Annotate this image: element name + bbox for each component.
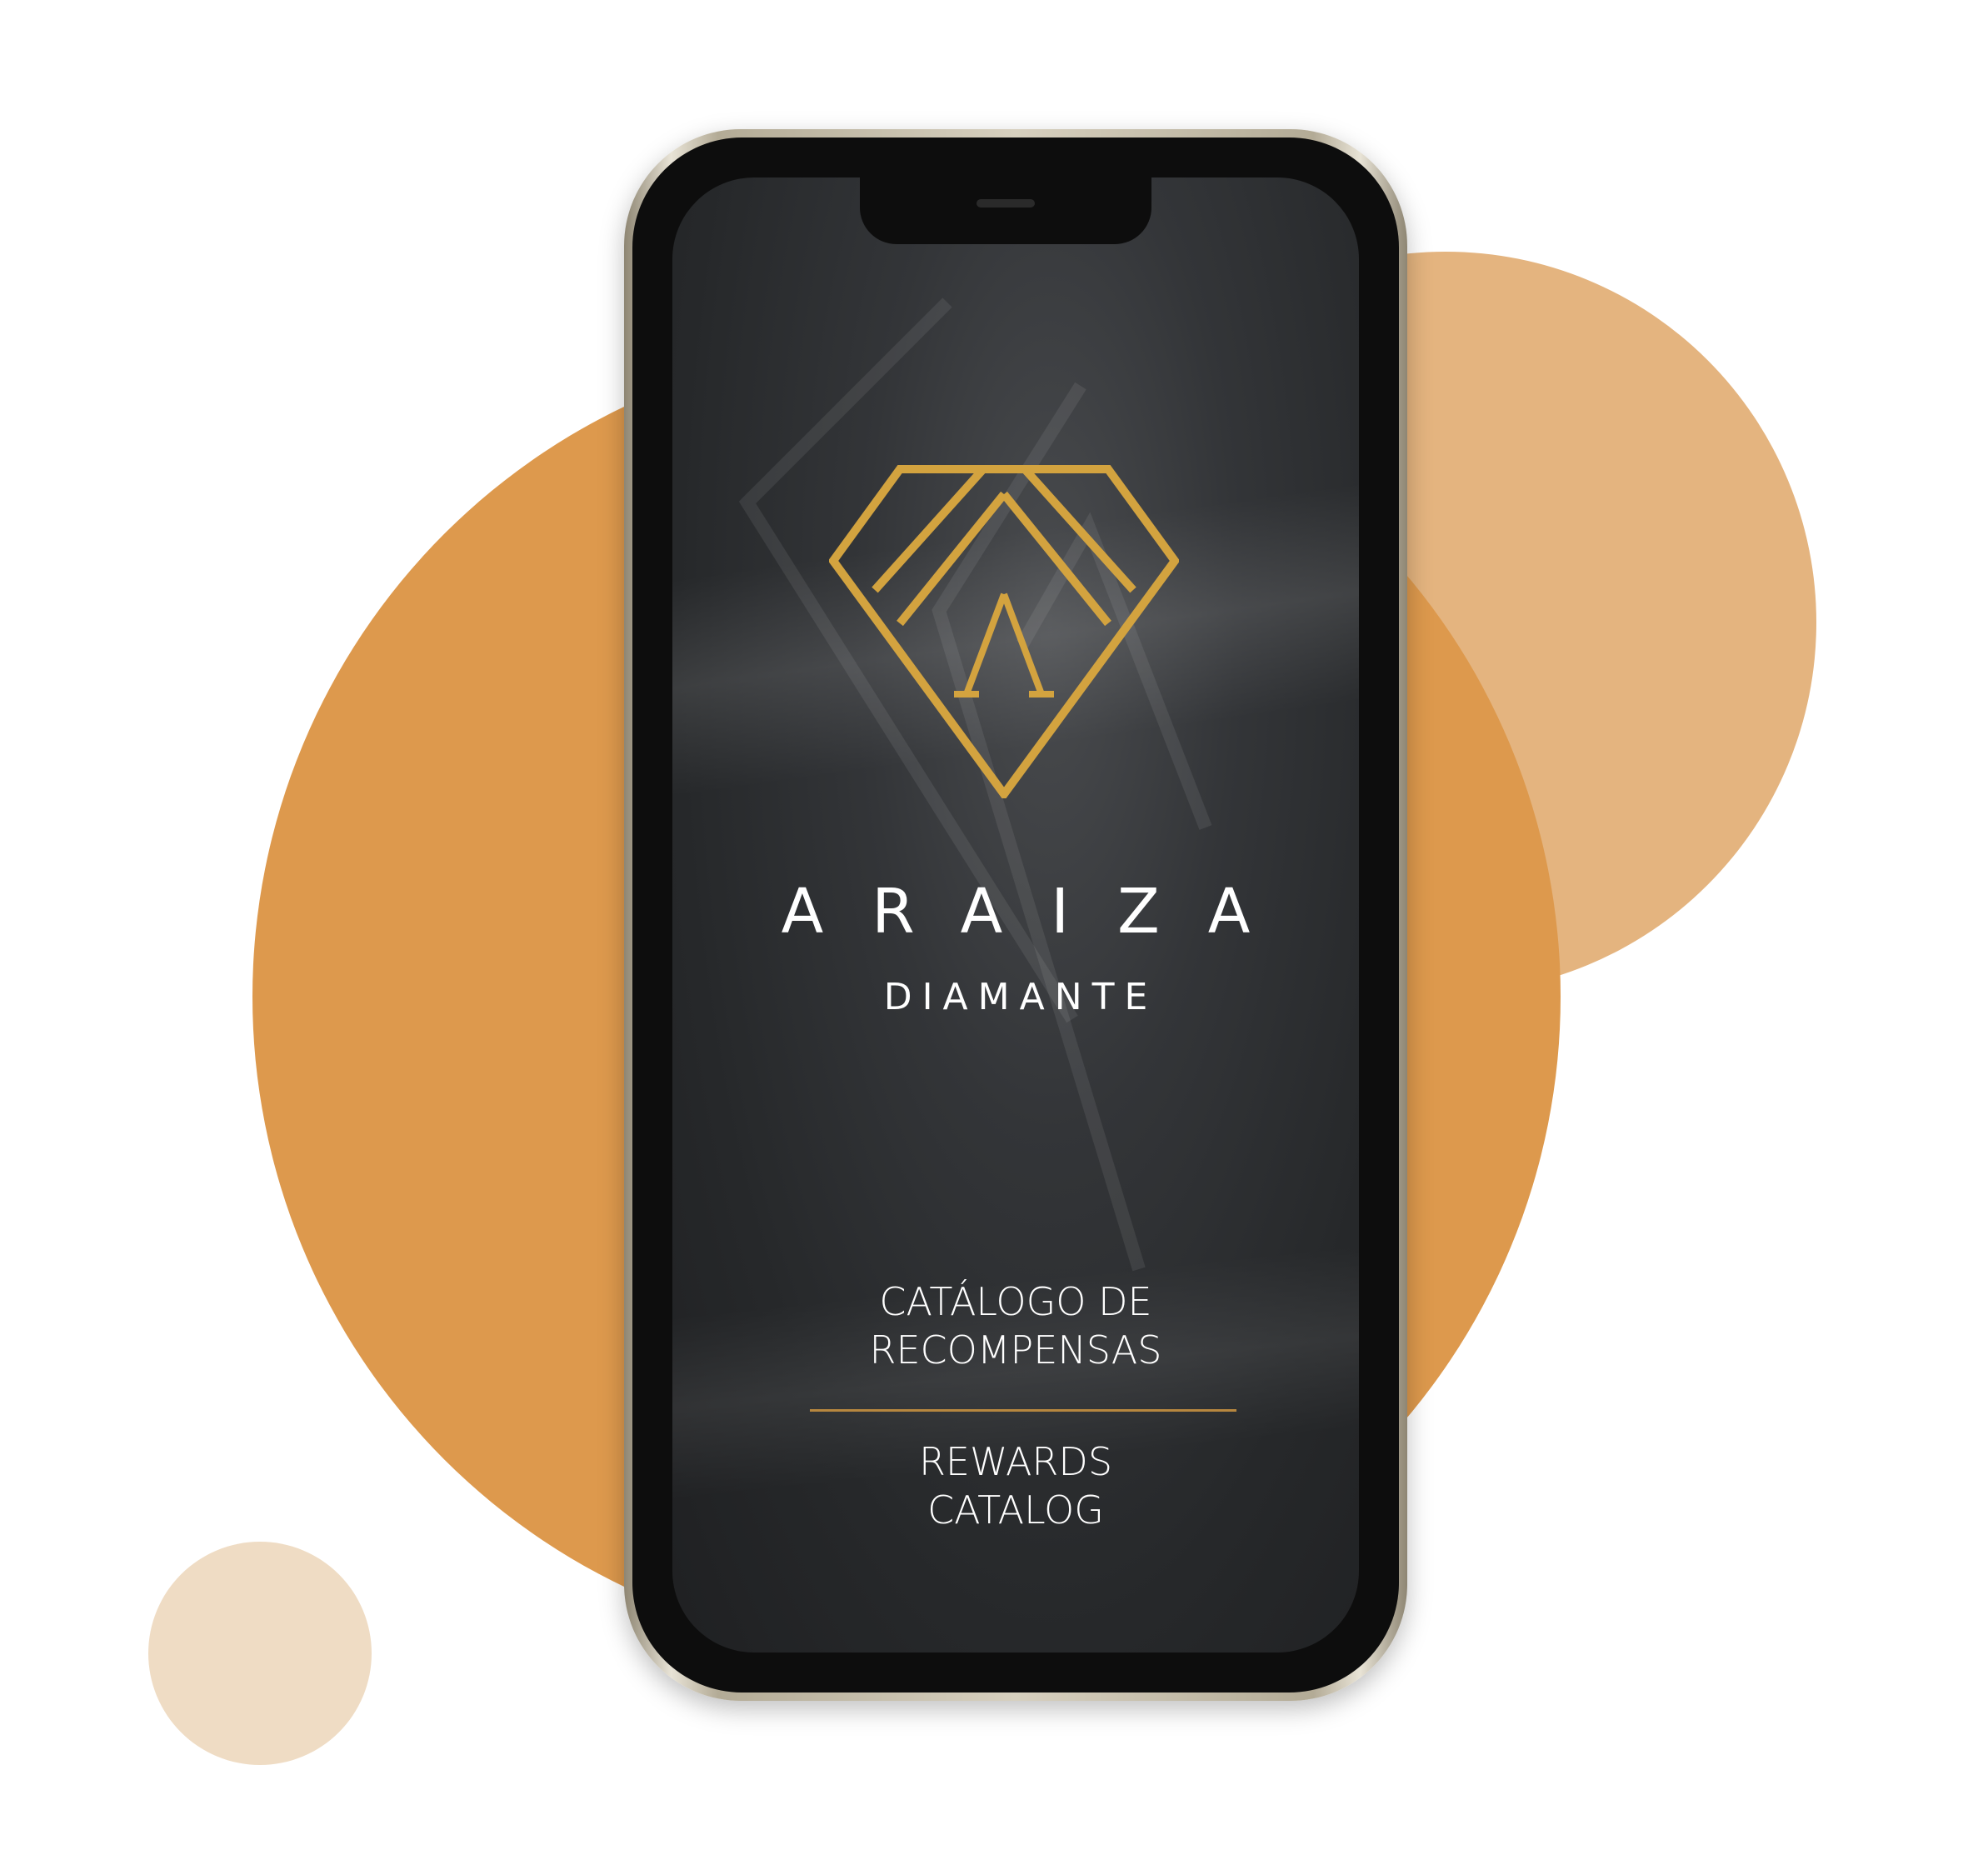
page-canvas: ARAIZA DIAMANTE CATÁLOGO DE RECOMPENSAS … <box>0 0 1988 1875</box>
phone-frame: ARAIZA DIAMANTE CATÁLOGO DE RECOMPENSAS … <box>624 129 1407 1701</box>
catalog-title-english: REWARDS CATALOG <box>672 1438 1359 1534</box>
catalog-title-en-line1: REWARDS <box>918 1439 1113 1484</box>
brand-subtitle: DIAMANTE <box>883 976 1158 1018</box>
catalog-title-es-line1: CATÁLOGO DE <box>879 1279 1152 1324</box>
app-screen[interactable]: ARAIZA DIAMANTE CATÁLOGO DE RECOMPENSAS … <box>672 178 1359 1652</box>
decorative-circle-small <box>148 1542 372 1765</box>
diamond-logo-icon <box>829 465 1179 798</box>
catalog-title-en-line2: CATALOG <box>927 1488 1104 1532</box>
catalog-title-spanish: CATÁLOGO DE RECOMPENSAS <box>672 1278 1359 1374</box>
title-divider <box>810 1409 1236 1412</box>
camera-notch <box>860 178 1151 244</box>
catalog-title-es-line2: RECOMPENSAS <box>869 1328 1162 1372</box>
speaker-grille <box>977 199 1035 208</box>
brand-name: ARAIZA <box>781 876 1299 948</box>
phone-body: ARAIZA DIAMANTE CATÁLOGO DE RECOMPENSAS … <box>632 138 1399 1692</box>
